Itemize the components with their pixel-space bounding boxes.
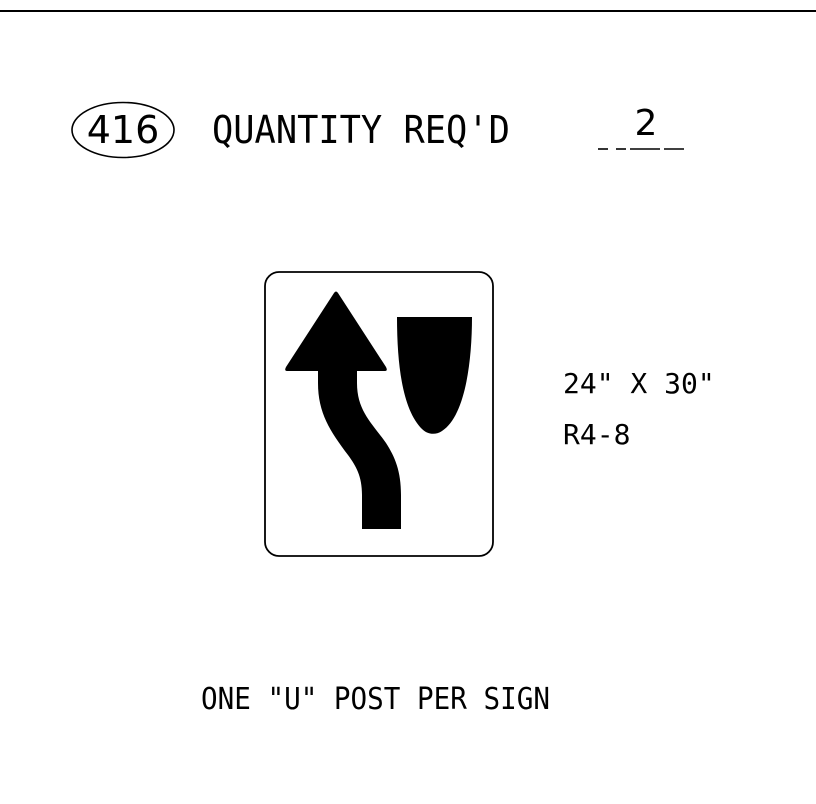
quantity-field: 2 <box>596 103 686 156</box>
post-note: ONE "U" POST PER SIGN <box>201 682 550 717</box>
item-number: 416 <box>86 108 160 152</box>
item-number-badge: 416 <box>71 101 175 159</box>
sign-drawing <box>264 271 494 557</box>
sign-size-label: 24" X 30" <box>563 367 715 400</box>
keep-left-sign <box>264 271 494 557</box>
quantity-value: 2 <box>634 103 658 144</box>
top-border-line <box>0 10 816 12</box>
quantity-label: QUANTITY REQ'D <box>212 108 510 152</box>
sign-code-label: R4-8 <box>563 418 631 451</box>
